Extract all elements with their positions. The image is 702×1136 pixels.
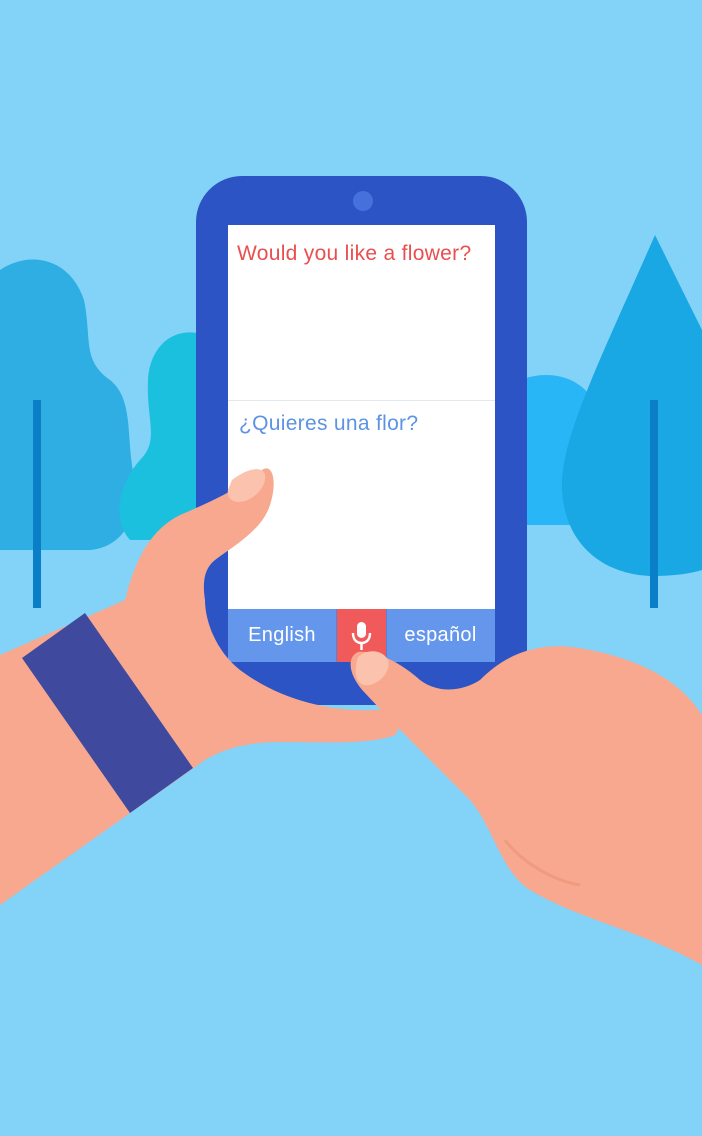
- target-language-button[interactable]: español: [386, 609, 495, 662]
- source-phrase: Would you like a flower?: [237, 242, 472, 265]
- right-tree-trunk: [650, 400, 658, 608]
- source-language-button[interactable]: English: [228, 609, 336, 662]
- left-bush: [0, 259, 136, 550]
- language-bar: English español: [228, 609, 495, 662]
- phone-screen: Would you like a flower? ¿Quieres una fl…: [228, 225, 495, 662]
- left-tree-trunk: [33, 400, 41, 608]
- right-tree: [561, 235, 702, 576]
- translated-phrase: ¿Quieres una flor?: [239, 412, 419, 435]
- phone-camera: [353, 191, 373, 211]
- microphone-button[interactable]: [337, 609, 386, 662]
- panel-divider: [228, 400, 495, 401]
- microphone-icon: [351, 622, 372, 650]
